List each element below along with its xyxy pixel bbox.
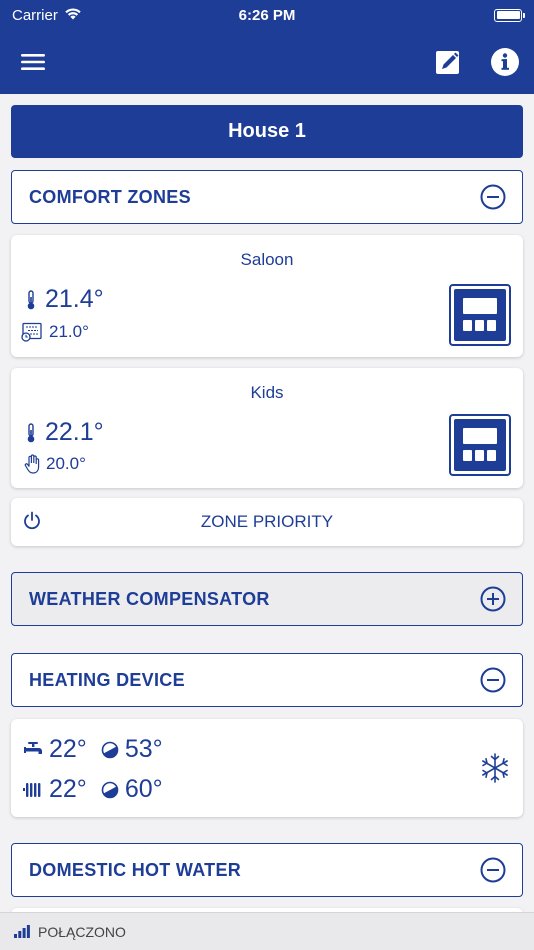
signal-strength-icon — [14, 925, 30, 938]
gauge-icon — [101, 781, 119, 798]
heating-device-card[interactable]: 22° 53° 22° 60° — [11, 719, 523, 817]
comfort-zones-header[interactable]: COMFORT ZONES — [11, 170, 523, 224]
wifi-icon — [64, 7, 82, 24]
connection-status-bar: POŁĄCZONO — [0, 912, 534, 950]
zone-temperature: 21.4° — [45, 285, 104, 313]
weather-compensator-label: WEATHER COMPENSATOR — [29, 588, 270, 609]
ch-setpoint-group: 60° — [101, 775, 163, 804]
heating-device-label: HEATING DEVICE — [29, 669, 185, 690]
status-bar: Carrier 6:26 PM — [0, 0, 534, 30]
zone-setpoint-row: 20.0° — [24, 454, 86, 474]
comfort-zones-label: COMFORT ZONES — [29, 186, 191, 207]
hamburger-menu-icon — [21, 54, 45, 70]
menu-button[interactable] — [20, 52, 46, 72]
weather-compensator-header[interactable]: WEATHER COMPENSATOR — [11, 572, 523, 626]
carrier-group: Carrier — [12, 7, 82, 24]
zone-temperature-row: 22.1° — [25, 418, 104, 447]
battery-icon — [494, 8, 525, 22]
ch-temperature-group: 22° — [23, 775, 87, 804]
dhw-setpoint-group: 53° — [101, 735, 163, 764]
radiator-icon — [23, 782, 41, 797]
dhw-temperature-group: 22° — [23, 735, 87, 764]
zone-priority-label: ZONE PRIORITY — [200, 512, 334, 531]
schedule-icon — [21, 322, 42, 342]
ch-setpoint: 60° — [124, 775, 163, 803]
zone-setpoint: 20.0° — [46, 454, 86, 473]
ch-row: 22° 60° — [23, 775, 177, 804]
ch-temperature: 22° — [49, 775, 87, 803]
collapse-minus-icon[interactable] — [480, 184, 506, 210]
carrier-name: Carrier — [12, 6, 58, 24]
edit-icon — [436, 51, 459, 74]
zone-priority-button[interactable]: ZONE PRIORITY — [11, 498, 523, 546]
gauge-icon — [101, 741, 119, 758]
navbar-actions — [434, 47, 520, 77]
controller-icon — [454, 419, 506, 471]
zone-temperature-row: 21.4° — [25, 285, 104, 314]
zone-name: Saloon — [240, 250, 294, 269]
zone-temperature: 22.1° — [45, 418, 104, 446]
domestic-hot-water-label: DOMESTIC HOT WATER — [29, 859, 242, 880]
snowflake-icon — [482, 753, 508, 783]
zone-controller-button[interactable] — [449, 414, 511, 476]
thermometer-icon — [27, 289, 35, 309]
controller-icon — [454, 289, 506, 341]
main-content[interactable]: House 1 COMFORT ZONES Saloon 21.4° 21.0°… — [0, 94, 534, 912]
zone-controller-button[interactable] — [449, 284, 511, 346]
info-icon — [491, 48, 519, 76]
house-title-bar[interactable]: House 1 — [11, 105, 523, 158]
power-icon — [24, 511, 40, 530]
zone-card-kids[interactable]: Kids 22.1° 20.0° — [11, 368, 523, 488]
hand-icon — [24, 454, 40, 474]
expand-plus-icon[interactable] — [480, 586, 506, 612]
tap-icon — [24, 741, 42, 754]
collapse-minus-icon[interactable] — [480, 857, 506, 883]
dhw-row: 22° 53° — [23, 735, 177, 764]
zone-name: Kids — [250, 383, 284, 402]
edit-button[interactable] — [434, 48, 462, 76]
navigation-bar — [0, 30, 534, 94]
thermometer-icon — [27, 422, 35, 442]
house-title: House 1 — [228, 120, 306, 142]
dhw-setpoint: 53° — [124, 735, 163, 763]
domestic-hot-water-header[interactable]: DOMESTIC HOT WATER — [11, 843, 523, 897]
collapse-minus-icon[interactable] — [480, 667, 506, 693]
zone-setpoint: 21.0° — [49, 322, 89, 341]
zone-card-saloon[interactable]: Saloon 21.4° 21.0° — [11, 235, 523, 357]
dhw-temperature: 22° — [49, 735, 87, 763]
heating-device-header[interactable]: HEATING DEVICE — [11, 653, 523, 707]
info-button[interactable] — [490, 47, 520, 77]
zone-setpoint-row: 21.0° — [21, 322, 89, 342]
connection-status: POŁĄCZONO — [38, 923, 126, 940]
